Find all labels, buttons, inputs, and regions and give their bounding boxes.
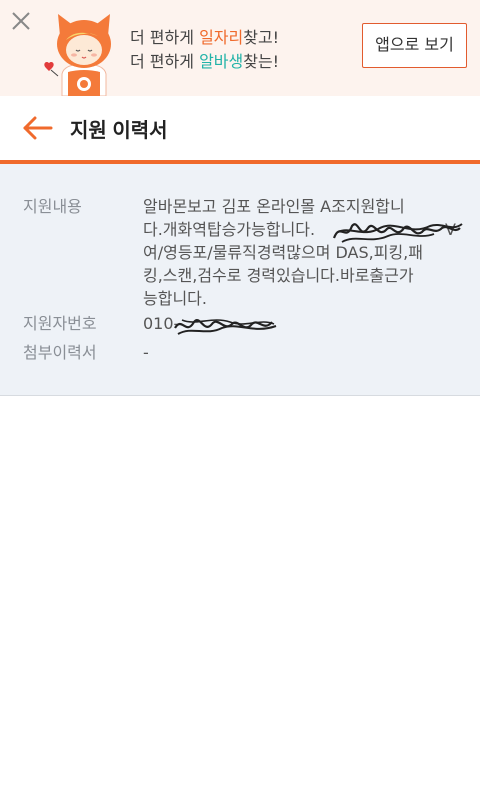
content-line: 능합니다.	[143, 289, 207, 308]
application-content-label: 지원내용	[23, 197, 82, 216]
open-in-app-button[interactable]: 앱으로 보기	[362, 23, 467, 68]
banner-slogan-line-2: 더 편하게 알바생찾는!	[130, 52, 280, 71]
content-line: 여/영등포/물류직경력많으며 DAS,피킹,패	[143, 243, 423, 262]
page-header: 지원 이력서	[0, 96, 480, 160]
attached-resume-value: -	[143, 343, 149, 362]
banner-slogan-line-1: 더 편하게 일자리찾고!	[130, 28, 280, 47]
close-icon[interactable]	[8, 8, 34, 34]
mascot-illustration	[44, 14, 111, 96]
application-details-panel: 지원내용 알바몬보고 김포 온라인몰 A조지원합니 다.개화역탑승가능합니다. V…	[0, 164, 480, 396]
applicant-phone-label: 지원자번호	[23, 314, 97, 333]
content-line: 알바몬보고 김포 온라인몰 A조지원합니	[143, 197, 405, 216]
application-content-value: 알바몬보고 김포 온라인몰 A조지원합니 다.개화역탑승가능합니다. V 여/영등…	[143, 195, 461, 310]
attached-resume-label: 첨부이력서	[23, 343, 97, 362]
arrow-left-icon[interactable]	[22, 116, 54, 140]
content-line: 킹,스캔,검수로 경력있습니다.바로출근가	[143, 266, 414, 285]
banner-slogan: 더 편하게 일자리찾고! 더 편하게 알바생찾는!	[130, 26, 279, 74]
banner-highlight-jobs: 일자리	[199, 28, 244, 47]
applicant-phone-value: 010-	[143, 314, 180, 333]
banner-highlight-parttimers: 알바생	[199, 52, 244, 71]
content-line: 다.개화역탑승가능합니다. V	[143, 220, 456, 239]
page-title: 지원 이력서	[70, 120, 168, 142]
app-promo-banner: 더 편하게 일자리찾고! 더 편하게 알바생찾는! 앱으로 보기	[0, 0, 480, 96]
